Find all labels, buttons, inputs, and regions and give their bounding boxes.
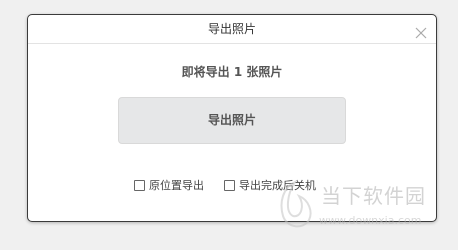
dialog-titlebar: 导出照片 [28, 15, 436, 44]
watermark-url: www.downxia.com [319, 214, 422, 227]
site-watermark: 当下软件园 www.downxia.com [275, 178, 445, 238]
close-icon[interactable] [414, 22, 428, 39]
watermark-brand: 当下软件园 [321, 184, 426, 208]
export-count-message: 即将导出 1 张照片 [181, 65, 283, 79]
export-photos-button[interactable]: 导出照片 [118, 97, 346, 144]
export-in-place-checkbox[interactable] [134, 179, 145, 191]
shutdown-after-export-checkbox[interactable] [224, 179, 235, 191]
export-in-place-option[interactable]: 原位置导出 [134, 177, 204, 193]
watermark-logo-icon [280, 179, 312, 228]
export-in-place-label: 原位置导出 [149, 179, 204, 192]
dialog-title: 导出照片 [207, 22, 256, 36]
